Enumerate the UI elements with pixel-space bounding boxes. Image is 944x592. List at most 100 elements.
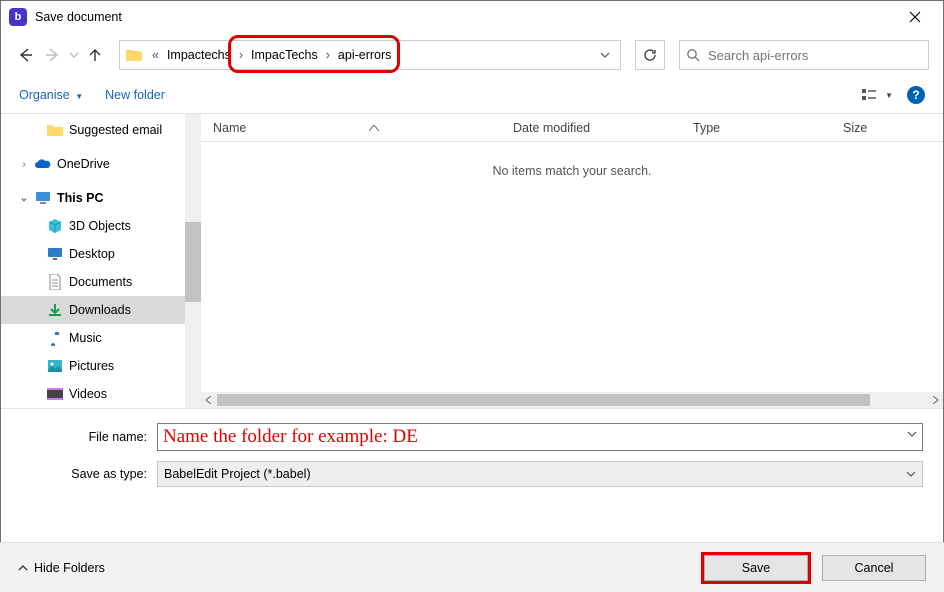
arrow-up-icon [87,47,103,63]
tree-label: Music [69,331,102,345]
nav-recent-dropdown[interactable] [69,50,79,60]
tree-item-videos[interactable]: Videos [1,380,201,408]
pc-icon [35,190,51,206]
filename-label: File name: [21,430,157,444]
save-button[interactable]: Save [704,555,808,581]
new-folder-button[interactable]: New folder [105,88,165,102]
app-icon: b [9,8,27,26]
arrow-left-icon [16,46,34,64]
nav-back[interactable] [15,45,35,65]
scroll-left-button[interactable] [201,392,217,408]
col-type[interactable]: Type [681,121,831,135]
chevron-right-icon [931,396,939,404]
column-headers: Name Date modified Type Size [201,114,943,142]
titlebar: b Save document [1,1,943,33]
search-input[interactable] [706,47,922,64]
search-box[interactable] [679,40,929,70]
chevron-down-icon: ▼ [75,92,83,101]
document-icon [47,274,63,290]
help-button[interactable]: ? [907,86,925,104]
organise-menu[interactable]: Organise ▼ [19,88,83,102]
view-icon [861,87,881,103]
file-list: Name Date modified Type Size No items ma… [201,114,943,408]
nav-row: « Impactechs › ImpacTechs › api-errors [1,33,943,77]
tree-label: 3D Objects [69,219,131,233]
col-name-label: Name [213,121,246,135]
scroll-thumb[interactable] [185,222,201,302]
tree-scrollbar[interactable] [185,114,201,408]
sort-asc-icon [369,125,379,131]
chevron-up-icon [18,563,28,573]
nav-up[interactable] [85,45,105,65]
tree-item-pictures[interactable]: Pictures [1,352,201,380]
music-icon [47,330,63,346]
hide-folders-label: Hide Folders [34,561,105,575]
tree-item-thispc[interactable]: ⌄ This PC [1,184,201,212]
tree-item-desktop[interactable]: Desktop [1,240,201,268]
chevron-down-icon [69,50,79,60]
scroll-track[interactable] [217,392,927,408]
breadcrumb-part-2[interactable]: api-errors [336,48,394,62]
tree-item-3dobjects[interactable]: 3D Objects [1,212,201,240]
search-icon [686,48,700,62]
folder-tree: Suggested email › OneDrive ⌄ This PC 3D … [1,114,201,408]
refresh-button[interactable] [635,40,665,70]
breadcrumb-overflow[interactable]: « [146,48,165,62]
breadcrumb-dropdown[interactable] [594,50,616,60]
tree-item-downloads[interactable]: Downloads [1,296,201,324]
cancel-button[interactable]: Cancel [822,555,926,581]
tree-label: This PC [57,191,104,205]
arrow-right-icon [44,46,62,64]
tree-label: OneDrive [57,157,110,171]
folder-icon [47,123,63,137]
pictures-icon [47,358,63,374]
close-button[interactable] [895,1,935,33]
toolbar: Organise ▼ New folder ▼ ? [1,77,943,113]
breadcrumb-part-0[interactable]: Impactechs [165,48,233,62]
tree-item-music[interactable]: Music [1,324,201,352]
col-size[interactable]: Size [831,121,943,135]
tree-label: Documents [69,275,132,289]
scroll-thumb[interactable] [217,394,870,406]
tree-item-suggested[interactable]: Suggested email [1,116,201,144]
col-name[interactable]: Name [201,121,501,135]
chevron-down-icon [600,50,610,60]
nav-forward[interactable] [43,45,63,65]
tree-label: Pictures [69,359,114,373]
close-icon [909,11,921,23]
chevron-left-icon [205,396,213,404]
tree-item-onedrive[interactable]: › OneDrive [1,150,201,178]
desktop-icon [47,246,63,262]
chevron-down-icon: ▼ [885,91,893,100]
refresh-icon [643,48,657,62]
saveas-label: Save as type: [21,467,157,481]
tree-label: Desktop [69,247,115,261]
hide-folders-button[interactable]: Hide Folders [18,561,105,575]
tree-item-documents[interactable]: Documents [1,268,201,296]
chevron-down-icon [907,429,917,439]
saveas-combo[interactable]: BabelEdit Project (*.babel) [157,461,923,487]
chevron-right-icon: › [19,159,29,170]
scroll-right-button[interactable] [927,392,943,408]
filename-dropdown[interactable] [907,429,917,439]
col-date[interactable]: Date modified [501,121,681,135]
tree-label: Videos [69,387,107,401]
bottom-bar: Hide Folders Save Cancel [0,542,944,592]
chevron-down-icon: ⌄ [19,193,29,204]
breadcrumb[interactable]: « Impactechs › ImpacTechs › api-errors [119,40,621,70]
saveas-value: BabelEdit Project (*.babel) [164,467,311,481]
tree-label: Downloads [69,303,131,317]
view-options-button[interactable]: ▼ [861,87,893,103]
chevron-right-icon: › [233,48,249,62]
breadcrumb-part-1[interactable]: ImpacTechs [249,48,320,62]
onedrive-icon [35,156,51,172]
organise-label: Organise [19,88,70,102]
main-area: Suggested email › OneDrive ⌄ This PC 3D … [1,113,943,409]
cube-icon [47,218,63,234]
filename-input[interactable] [157,423,923,451]
tree-label: Suggested email [69,123,162,137]
horizontal-scrollbar[interactable] [201,392,943,408]
chevron-down-icon [906,469,916,479]
folder-icon [126,48,142,62]
chevron-right-icon: › [320,48,336,62]
